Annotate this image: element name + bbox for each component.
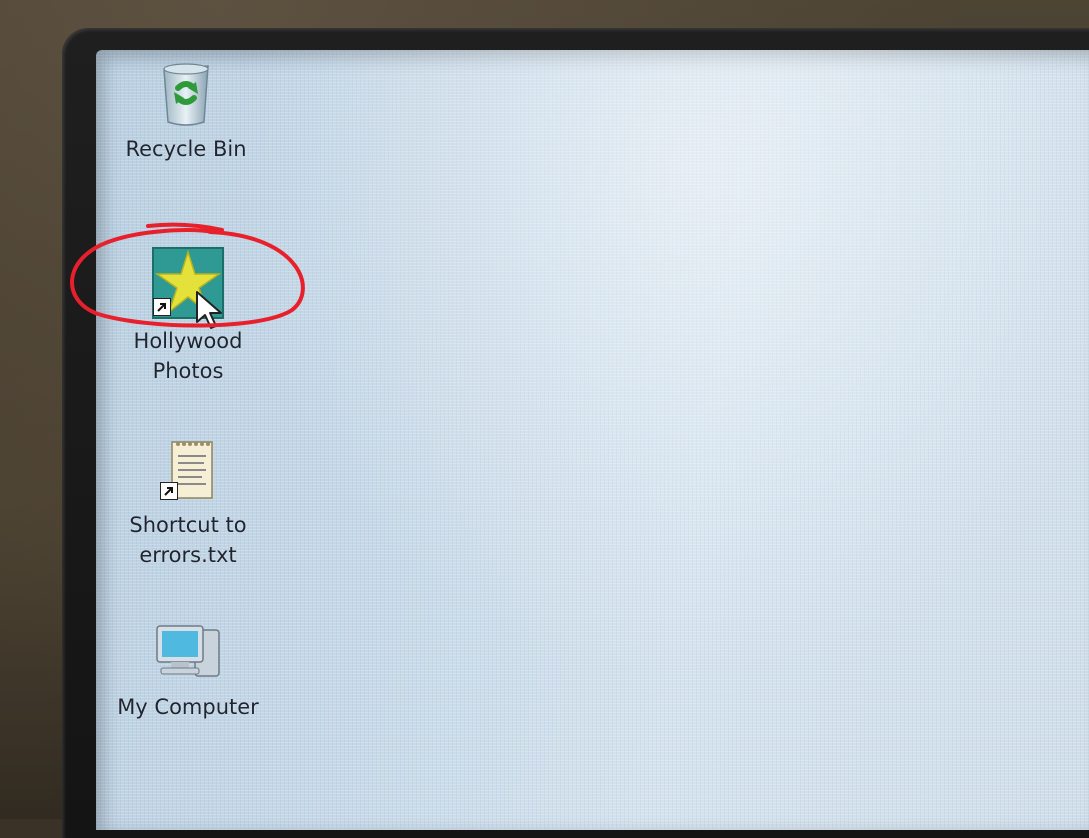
desktop-icon-label: Recycle Bin — [125, 137, 247, 161]
desktop-icon-my-computer[interactable]: My Computer — [108, 620, 268, 722]
mouse-cursor-icon — [194, 290, 228, 332]
desktop-icon-errors-txt[interactable]: Shortcut to errors.txt — [108, 438, 268, 570]
desktop-icon-label: My Computer — [117, 695, 259, 719]
desktop-icon-label: Shortcut to errors.txt — [129, 513, 247, 567]
desktop[interactable]: Recycle Bin Hollywood Photos Shortcut to… — [96, 50, 1089, 830]
computer-icon — [151, 620, 225, 686]
shortcut-arrow-icon — [160, 482, 178, 500]
shortcut-arrow-icon — [153, 298, 171, 316]
desktop-icon-recycle-bin[interactable]: Recycle Bin — [106, 58, 266, 164]
desktop-icon-label: Hollywood Photos — [133, 329, 243, 383]
text-file-icon — [158, 438, 218, 504]
desktop-icon-hollywood-photos[interactable]: Hollywood Photos — [108, 246, 268, 386]
recycle-bin-icon — [154, 58, 218, 128]
